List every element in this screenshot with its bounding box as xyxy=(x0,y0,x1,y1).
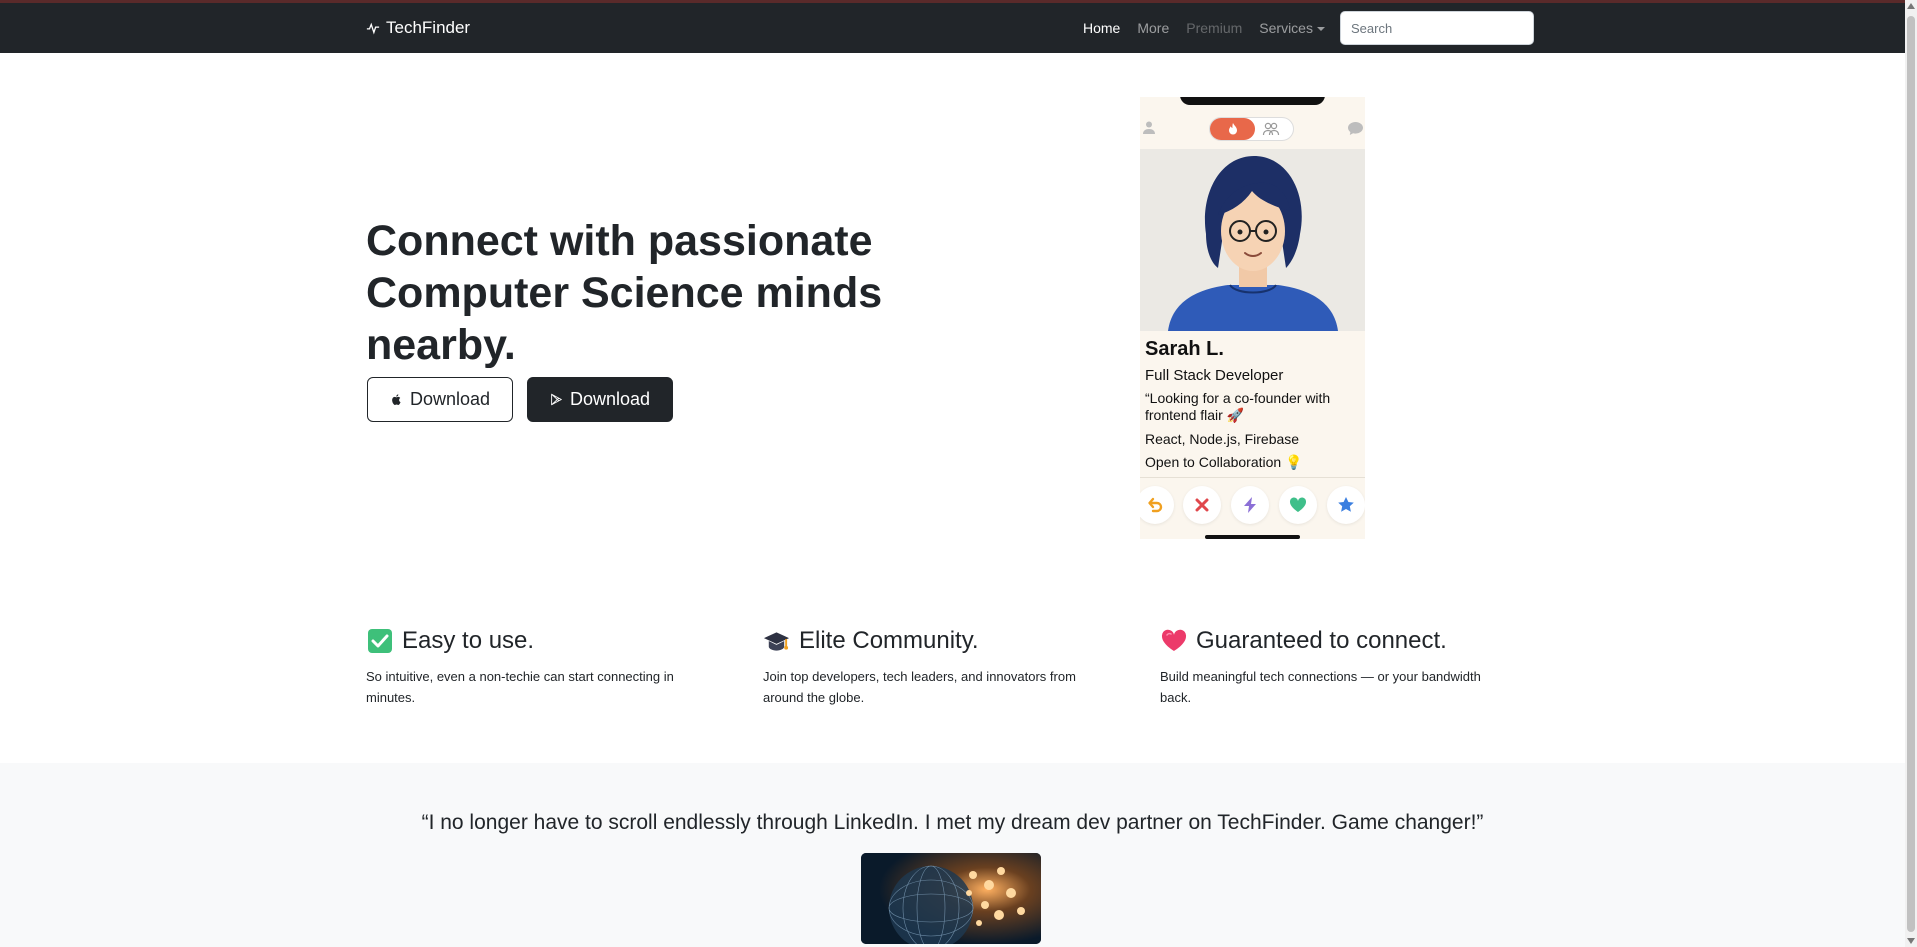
nav-link-more[interactable]: More xyxy=(1137,20,1169,36)
brand-logo[interactable]: TechFinder xyxy=(366,18,470,38)
phone-mockup: Sarah L. Full Stack Developer “Looking f… xyxy=(1140,97,1365,539)
download-google-play-button[interactable]: Download xyxy=(527,377,673,422)
flame-icon xyxy=(1228,123,1237,135)
nav-links: Home More Premium Services xyxy=(1083,20,1325,36)
feature-title: Guaranteed to connect. xyxy=(1160,624,1515,658)
search-input[interactable] xyxy=(1340,11,1534,45)
scrollbar-thumb[interactable] xyxy=(1907,16,1915,932)
feature-title-text: Easy to use. xyxy=(402,627,535,654)
user-icon[interactable] xyxy=(1142,120,1156,134)
testimonial-quote: “I no longer have to scroll endlessly th… xyxy=(421,811,1484,834)
apple-icon xyxy=(392,394,401,405)
google-play-icon xyxy=(551,393,562,406)
vertical-scrollbar[interactable] xyxy=(1905,0,1917,947)
nav-link-home[interactable]: Home xyxy=(1083,20,1120,36)
feature-text: So intuitive, even a non-techie can star… xyxy=(366,669,674,705)
profile-skills: React, Node.js, Firebase xyxy=(1145,431,1300,447)
feature-title-text: Guaranteed to connect. xyxy=(1196,627,1447,654)
nav-link-services-label: Services xyxy=(1259,20,1313,36)
nav-dropdown-services[interactable]: Services xyxy=(1259,20,1325,36)
feature-community: Elite Community. Join top developers, te… xyxy=(763,624,1118,708)
top-navbar: TechFinder Home More Premium Services xyxy=(0,3,1905,53)
profile-quote: “Looking for a co-founder with frontend … xyxy=(1145,390,1331,423)
feature-title: Easy to use. xyxy=(366,624,721,658)
like-button[interactable] xyxy=(1279,486,1317,524)
hero-title: Connect with passionate Computer Science… xyxy=(366,217,883,369)
heart-icon xyxy=(1160,628,1187,655)
bolt-icon xyxy=(1244,497,1256,513)
check-mark-icon xyxy=(366,628,393,655)
feature-title-text: Elite Community. xyxy=(799,627,979,654)
mode-toggle[interactable] xyxy=(1209,117,1294,141)
brand-name: TechFinder xyxy=(386,18,471,37)
profile-photo xyxy=(1140,149,1365,331)
testimonial-image xyxy=(861,853,1041,944)
profile-divider xyxy=(1140,477,1365,478)
swipe-actions xyxy=(1140,486,1365,526)
testimonial-section: “I no longer have to scroll endlessly th… xyxy=(0,763,1905,947)
scroll-down-arrow-icon[interactable] xyxy=(1907,938,1915,944)
undo-button[interactable] xyxy=(1140,486,1174,524)
feature-guaranteed: Guaranteed to connect. Build meaningful … xyxy=(1160,624,1515,708)
reject-button[interactable] xyxy=(1183,486,1221,524)
pulse-icon xyxy=(366,22,380,35)
feature-easy: Easy to use. So intuitive, even a non-te… xyxy=(366,624,721,708)
chat-icon[interactable] xyxy=(1347,121,1364,136)
phone-notch xyxy=(1180,97,1325,105)
profile-status: Open to Collaboration 💡 xyxy=(1145,454,1303,470)
people-icon[interactable] xyxy=(1262,122,1280,136)
download-google-play-label: Download xyxy=(569,389,651,409)
feature-text: Join top developers, tech leaders, and i… xyxy=(763,669,1076,705)
close-icon xyxy=(1195,498,1209,512)
star-icon xyxy=(1338,497,1354,512)
download-app-store-label: Download xyxy=(409,389,491,409)
home-indicator xyxy=(1205,535,1300,539)
feature-title: Elite Community. xyxy=(763,624,1118,658)
caret-down-icon xyxy=(1316,27,1325,32)
feature-text: Build meaningful tech connections — or y… xyxy=(1160,669,1481,705)
download-app-store-button[interactable]: Download xyxy=(367,377,513,422)
nav-link-premium: Premium xyxy=(1186,20,1243,36)
super-like-button[interactable] xyxy=(1327,486,1365,524)
graduation-cap-icon xyxy=(763,628,790,655)
undo-icon xyxy=(1148,497,1163,513)
flame-tab[interactable] xyxy=(1210,118,1255,140)
boost-button[interactable] xyxy=(1231,486,1269,524)
scroll-up-arrow-icon[interactable] xyxy=(1907,3,1915,9)
profile-role: Full Stack Developer xyxy=(1145,367,1284,384)
heart-icon xyxy=(1289,497,1307,512)
profile-name: Sarah L. xyxy=(1145,338,1224,360)
